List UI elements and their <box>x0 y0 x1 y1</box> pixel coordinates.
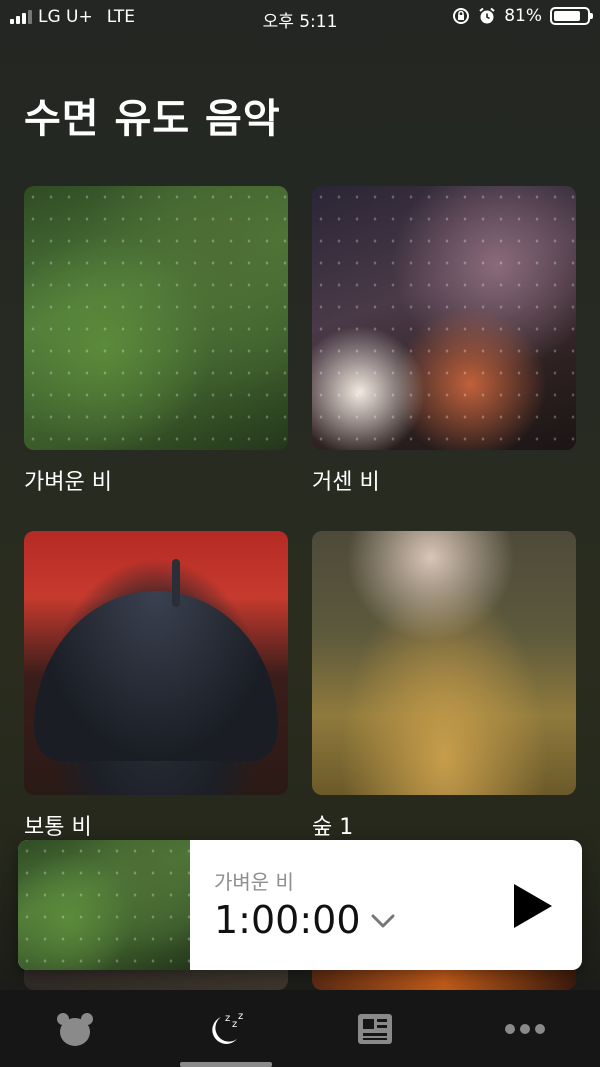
play-icon[interactable] <box>510 882 554 930</box>
page-title: 수면 유도 음악 <box>24 96 281 142</box>
status-bar: LG U+ LTE 오후 5:11 81% <box>0 0 600 34</box>
card-label: 숲 1 <box>312 815 354 840</box>
svg-text:z: z <box>238 1011 243 1022</box>
sound-card[interactable]: 숲 1 <box>312 531 576 841</box>
active-tab-indicator <box>180 1062 272 1067</box>
tab-bear[interactable] <box>0 990 150 1067</box>
rotation-lock-icon <box>453 8 470 24</box>
mini-player-thumbnail <box>18 840 190 970</box>
card-label: 가벼운 비 <box>24 470 112 495</box>
more-dots-icon <box>505 1023 545 1034</box>
card-image <box>312 531 576 795</box>
mini-player[interactable]: 가벼운 비 1:00:00 <box>18 840 582 970</box>
svg-text:z: z <box>225 1013 230 1024</box>
card-image <box>312 186 576 450</box>
battery-fill <box>554 11 580 21</box>
tab-bar: z z z <box>0 990 600 1067</box>
card-image <box>24 186 288 450</box>
card-image <box>24 531 288 795</box>
sound-card[interactable]: 보통 비 <box>24 531 288 841</box>
tab-news[interactable] <box>300 990 450 1067</box>
mini-player-title: 가벼운 비 <box>214 870 294 894</box>
tab-more[interactable] <box>450 990 600 1067</box>
moon-zzz-icon: z z z <box>212 1011 243 1044</box>
card-label: 거센 비 <box>312 470 380 495</box>
sound-card[interactable]: 가벼운 비 <box>24 186 288 496</box>
chevron-down-icon[interactable] <box>370 912 396 930</box>
sound-card[interactable]: 거센 비 <box>312 186 576 496</box>
bear-icon <box>57 1012 93 1046</box>
status-right: 81% <box>452 6 593 26</box>
timer-value[interactable]: 1:00:00 <box>214 898 361 942</box>
svg-text:z: z <box>232 1019 237 1030</box>
battery-icon <box>550 7 593 25</box>
newspaper-icon <box>358 1013 392 1044</box>
card-label: 보통 비 <box>24 815 92 840</box>
battery-percent: 81% <box>504 6 542 26</box>
alarm-icon <box>479 7 495 24</box>
tab-sleep[interactable]: z z z <box>150 990 300 1067</box>
